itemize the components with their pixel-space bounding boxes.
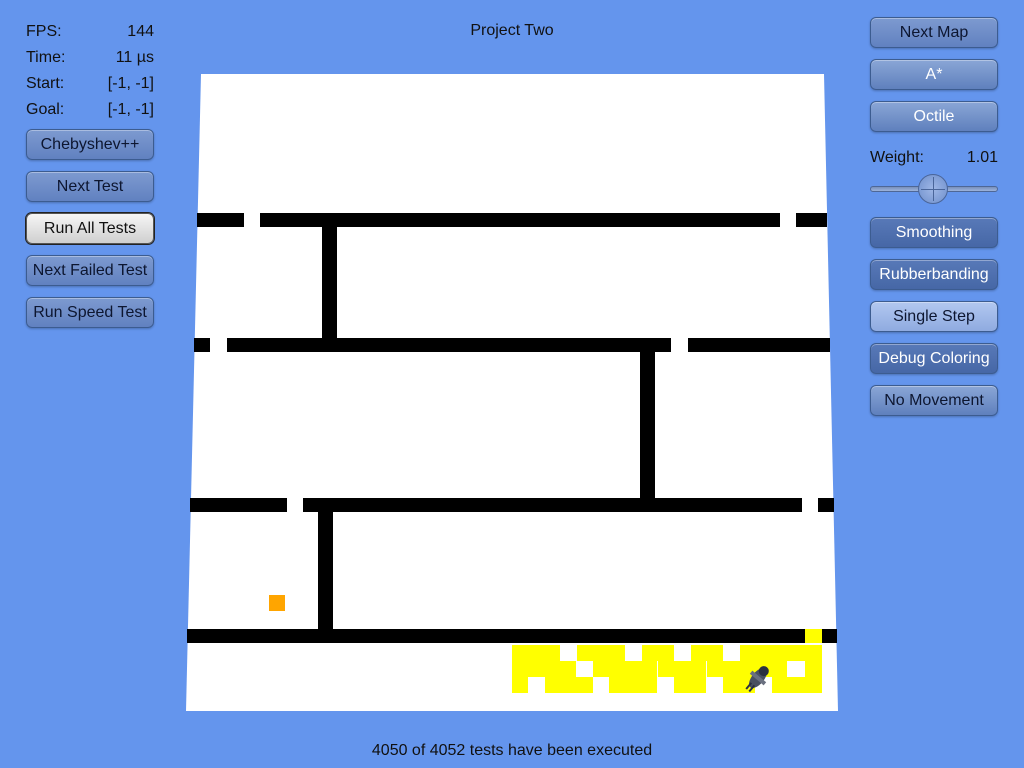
wall (303, 498, 802, 512)
marker-square (269, 595, 285, 611)
test-status: 4050 of 4052 tests have been executed (371, 742, 653, 759)
wall (796, 213, 827, 227)
wall (318, 512, 333, 629)
visited-cell (707, 661, 787, 677)
wall (227, 338, 671, 352)
wall (190, 498, 287, 512)
visited-cell (642, 645, 674, 661)
wall (187, 629, 805, 643)
wall (322, 227, 337, 338)
wall (818, 498, 834, 512)
wall (822, 629, 837, 643)
visited-cell (805, 629, 822, 643)
visited-cell (691, 645, 723, 661)
visited-cell (593, 661, 657, 677)
visited-cell (609, 677, 657, 693)
visited-cell (805, 661, 822, 677)
wall (260, 213, 780, 227)
visited-cell (658, 661, 706, 677)
wall (688, 338, 830, 352)
visited-cell (674, 677, 706, 693)
grid-map[interactable] (0, 0, 1024, 768)
wall (194, 338, 210, 352)
visited-cell (577, 645, 625, 661)
visited-cell (512, 677, 528, 693)
visited-cell (528, 661, 576, 677)
wall (197, 213, 244, 227)
visited-cell (772, 677, 822, 693)
map-floor (186, 74, 838, 711)
visited-cell (512, 645, 560, 661)
visited-cell (740, 645, 822, 661)
wall (640, 352, 655, 498)
visited-cell (545, 677, 593, 693)
